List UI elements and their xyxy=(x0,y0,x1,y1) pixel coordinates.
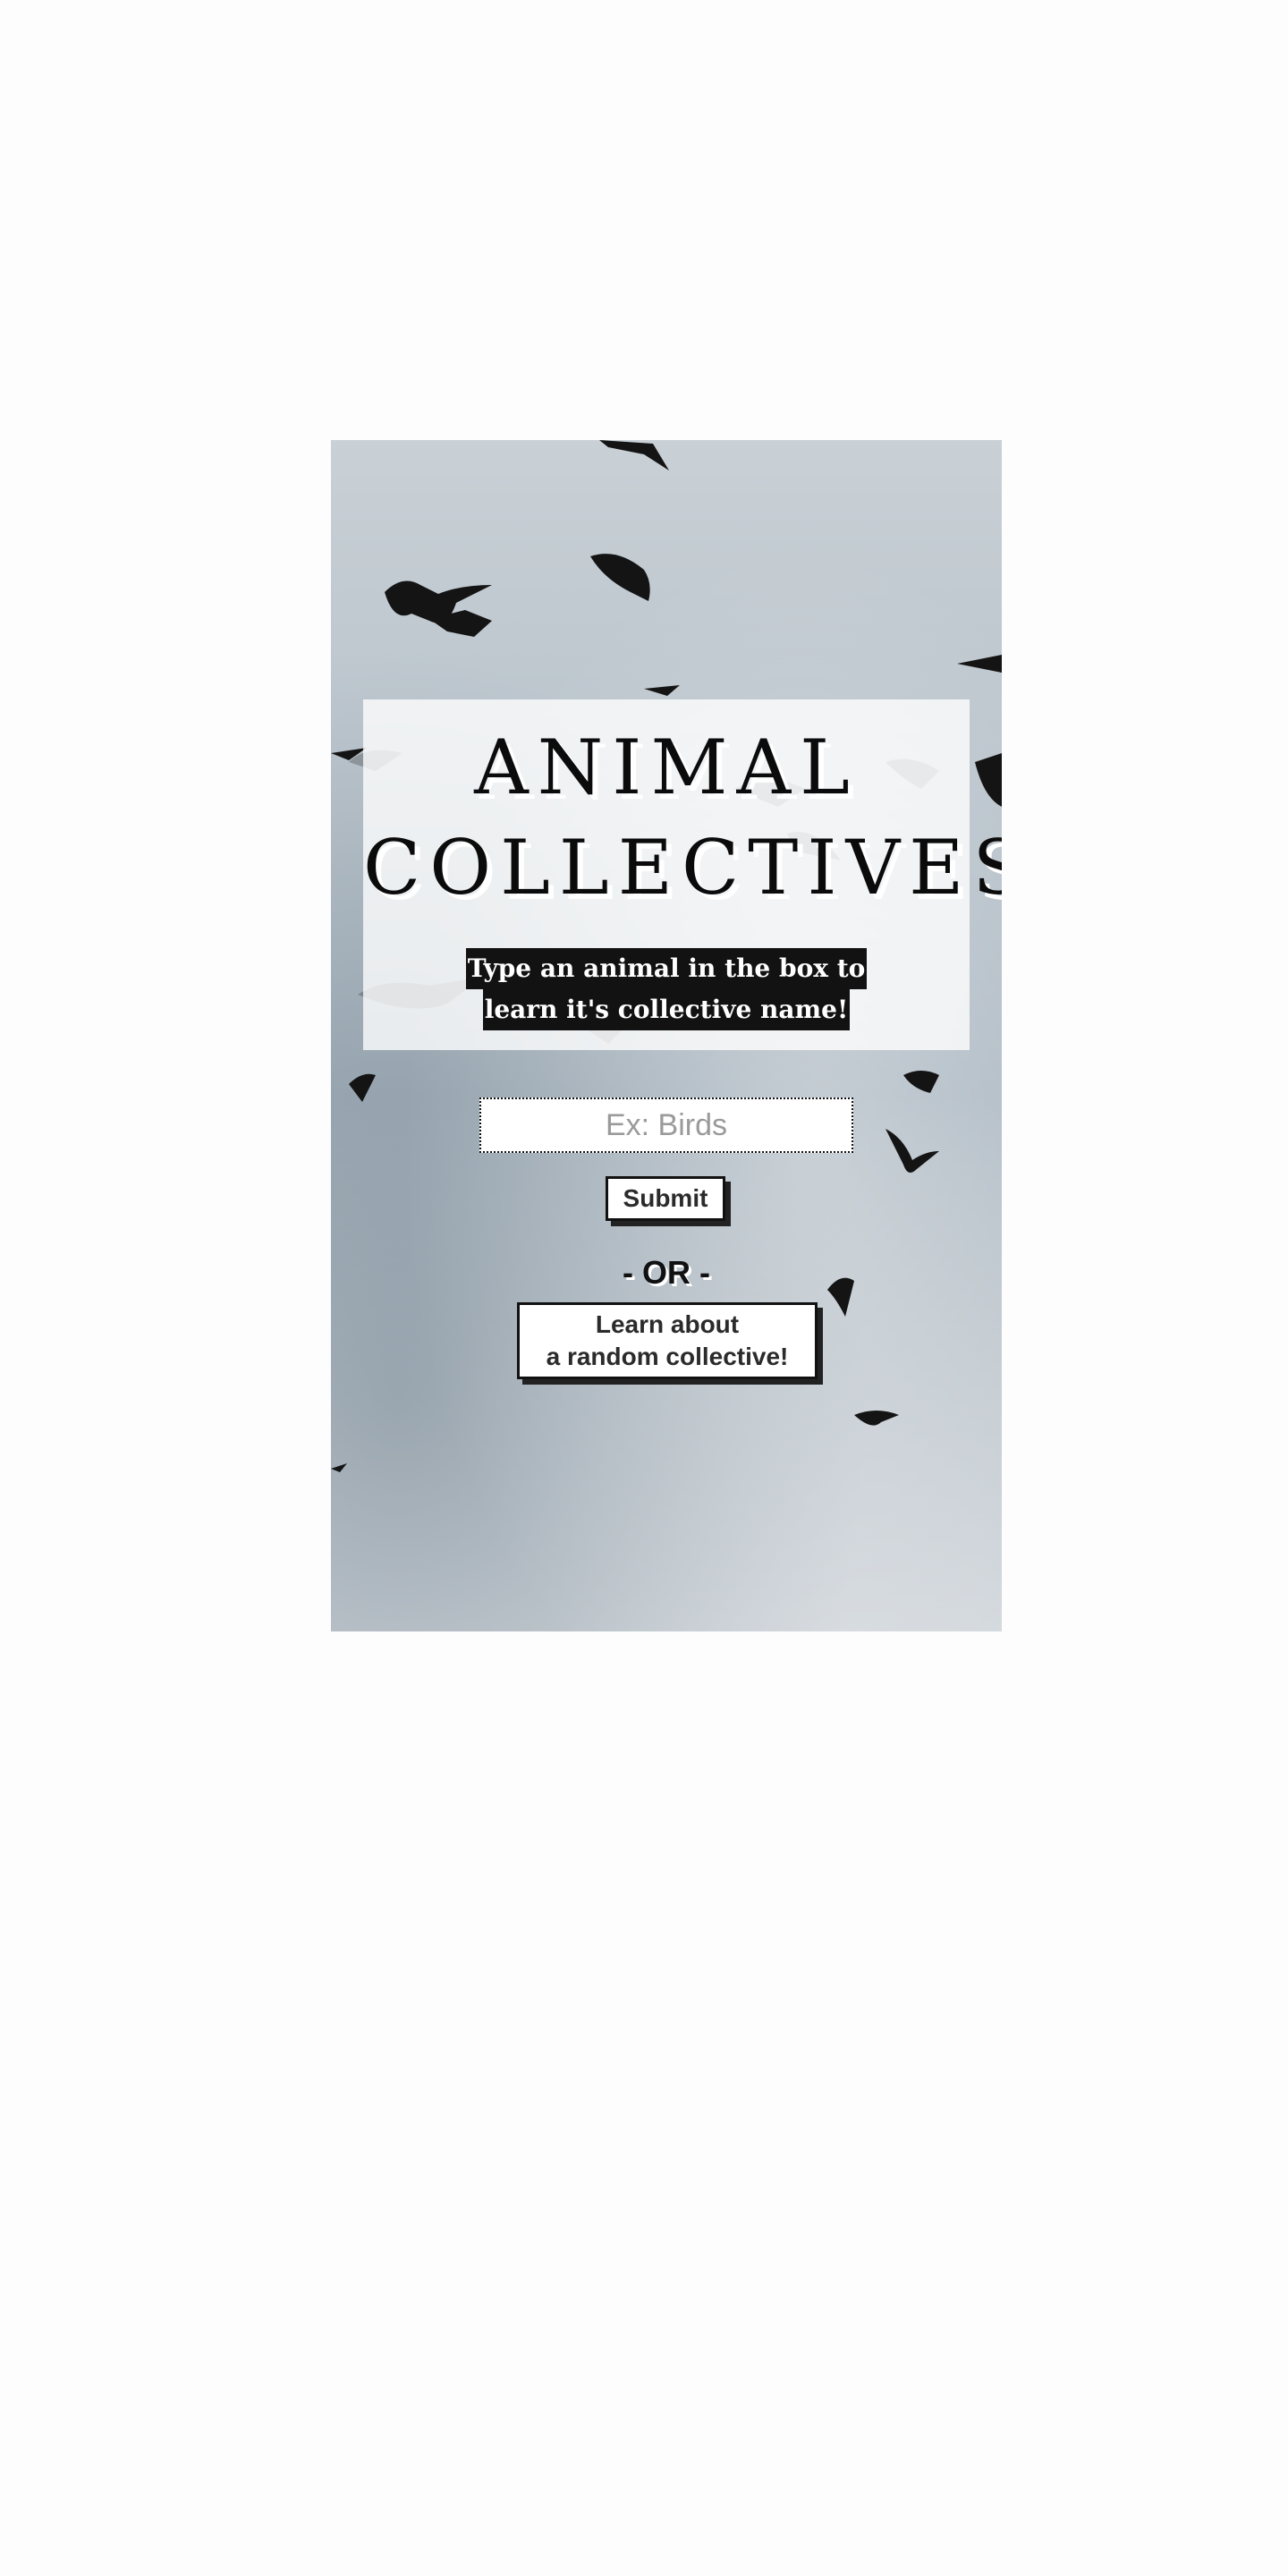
page-title-line-1: ANIMAL xyxy=(474,724,859,811)
page-title-line-2: COLLECTIVES xyxy=(363,824,1002,911)
instructions: Type an animal in the box to learn it's … xyxy=(363,948,970,1030)
animal-search-input[interactable] xyxy=(479,1097,853,1153)
instructions-line-2: learn it's collective name! xyxy=(482,989,851,1030)
submit-button[interactable]: Submit xyxy=(606,1176,725,1221)
instructions-line-1: Type an animal in the box to xyxy=(465,948,868,989)
title-panel: ANIMAL COLLECTIVES Type an animal in the… xyxy=(363,699,1002,1050)
page: ANIMAL COLLECTIVES Type an animal in the… xyxy=(0,0,1288,2576)
random-collective-button[interactable]: Learn about a random collective! xyxy=(517,1302,818,1379)
hero-section: ANIMAL COLLECTIVES Type an animal in the… xyxy=(331,440,1002,1631)
or-divider: - OR - xyxy=(623,1254,710,1291)
